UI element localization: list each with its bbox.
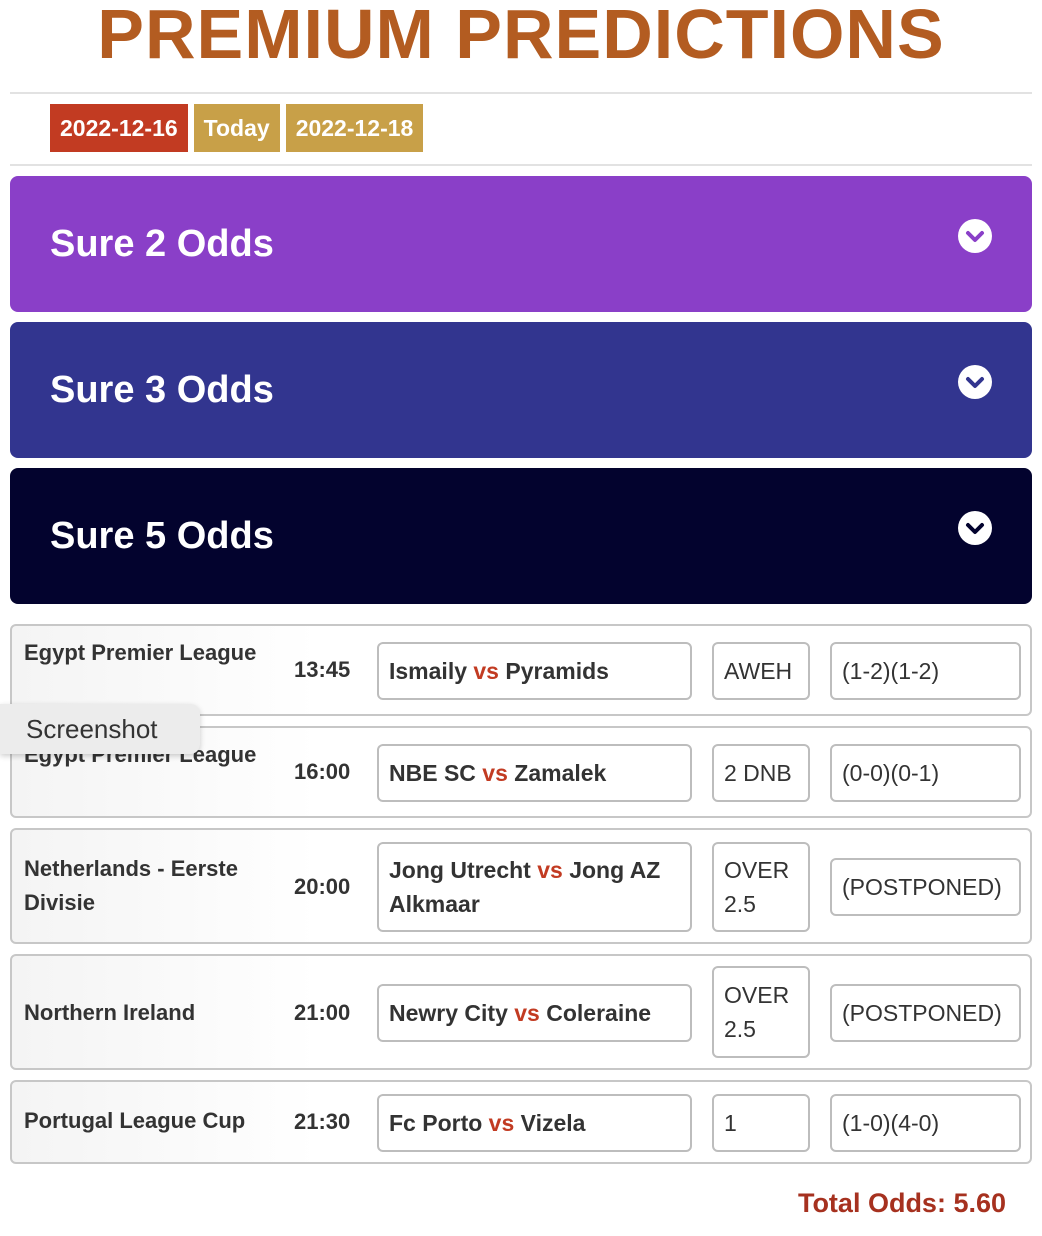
accordion-sure-5-odds[interactable]: Sure 5 Odds: [10, 468, 1032, 604]
away-team: Pyramids: [505, 658, 609, 684]
date-tab-next[interactable]: 2022-12-18: [285, 104, 424, 152]
divider: [10, 92, 1032, 94]
league-name: Northern Ireland: [24, 1000, 196, 1025]
accordion-title: Sure 2 Odds: [50, 223, 274, 265]
prediction-tip: AWEH: [712, 642, 810, 700]
away-team: Vizela: [520, 1110, 586, 1136]
accordion-title: Sure 5 Odds: [50, 515, 274, 557]
date-tabs: 2022-12-16 Today 2022-12-18: [50, 104, 424, 152]
match-teams: Ismaily vs Pyramids: [377, 642, 692, 700]
prediction-tip: OVER 2.5: [712, 966, 810, 1058]
chevron-down-circle-icon[interactable]: [958, 219, 992, 253]
match-score: (0-0)(0-1): [830, 744, 1021, 802]
divider: [10, 164, 1032, 166]
date-tab-prev[interactable]: 2022-12-16: [50, 104, 188, 152]
vs-label: vs: [537, 857, 563, 883]
prediction-tip: 1: [712, 1094, 810, 1152]
match-score: (1-2)(1-2): [830, 642, 1021, 700]
screenshot-tooltip: Screenshot: [0, 704, 200, 754]
match-score: (POSTPONED): [830, 984, 1021, 1042]
home-team: NBE SC: [389, 760, 476, 786]
match-teams: NBE SC vs Zamalek: [377, 744, 692, 802]
match-time: 20:00: [294, 874, 351, 899]
match-time: 13:45: [294, 657, 351, 682]
total-odds: Total Odds: 5.60: [797, 1188, 1006, 1218]
league-name: Egypt Premier League: [24, 640, 257, 665]
table-row: Northern Ireland 21:00 Newry City vs Col…: [10, 954, 1032, 1070]
home-team: Jong Utrecht: [389, 857, 531, 883]
table-row: Netherlands - Eerste Divisie 20:00 Jong …: [10, 828, 1032, 944]
accordion-title: Sure 3 Odds: [50, 369, 274, 411]
vs-label: vs: [488, 1110, 515, 1136]
chevron-down-circle-icon[interactable]: [958, 511, 992, 545]
away-team: Zamalek: [514, 760, 607, 786]
home-team: Newry City: [389, 1000, 508, 1026]
accordion-sure-2-odds[interactable]: Sure 2 Odds: [10, 176, 1032, 312]
away-team: Coleraine: [546, 1000, 652, 1026]
vs-label: vs: [482, 760, 508, 786]
vs-label: vs: [514, 1000, 540, 1026]
league-name: Portugal League Cup: [24, 1108, 246, 1133]
match-teams: Fc Porto vs Vizela: [377, 1094, 692, 1152]
league-name: Netherlands - Eerste Divisie: [24, 856, 238, 915]
date-tab-today[interactable]: Today: [193, 104, 280, 152]
match-score: (POSTPONED): [830, 858, 1021, 916]
match-time: 21:30: [294, 1109, 351, 1134]
prediction-tip: 2 DNB: [712, 744, 810, 802]
prediction-tip: OVER 2.5: [712, 842, 810, 932]
match-teams: Jong Utrecht vs Jong AZ Alkmaar: [377, 842, 692, 932]
accordion-sure-3-odds[interactable]: Sure 3 Odds: [10, 322, 1032, 458]
chevron-down-circle-icon[interactable]: [958, 365, 992, 399]
home-team: Fc Porto: [389, 1110, 483, 1136]
table-row: Portugal League Cup 21:30 Fc Porto vs Vi…: [10, 1080, 1032, 1164]
table-row: Egypt Premier League 13:45 Ismaily vs Py…: [10, 624, 1032, 716]
page-title: PREMIUM PREDICTIONS: [97, 0, 945, 73]
match-teams: Newry City vs Coleraine: [377, 984, 692, 1042]
vs-label: vs: [473, 658, 499, 684]
match-time: 16:00: [294, 759, 351, 784]
match-time: 21:00: [294, 1000, 351, 1025]
home-team: Ismaily: [389, 658, 467, 684]
match-score: (1-0)(4-0): [830, 1094, 1021, 1152]
